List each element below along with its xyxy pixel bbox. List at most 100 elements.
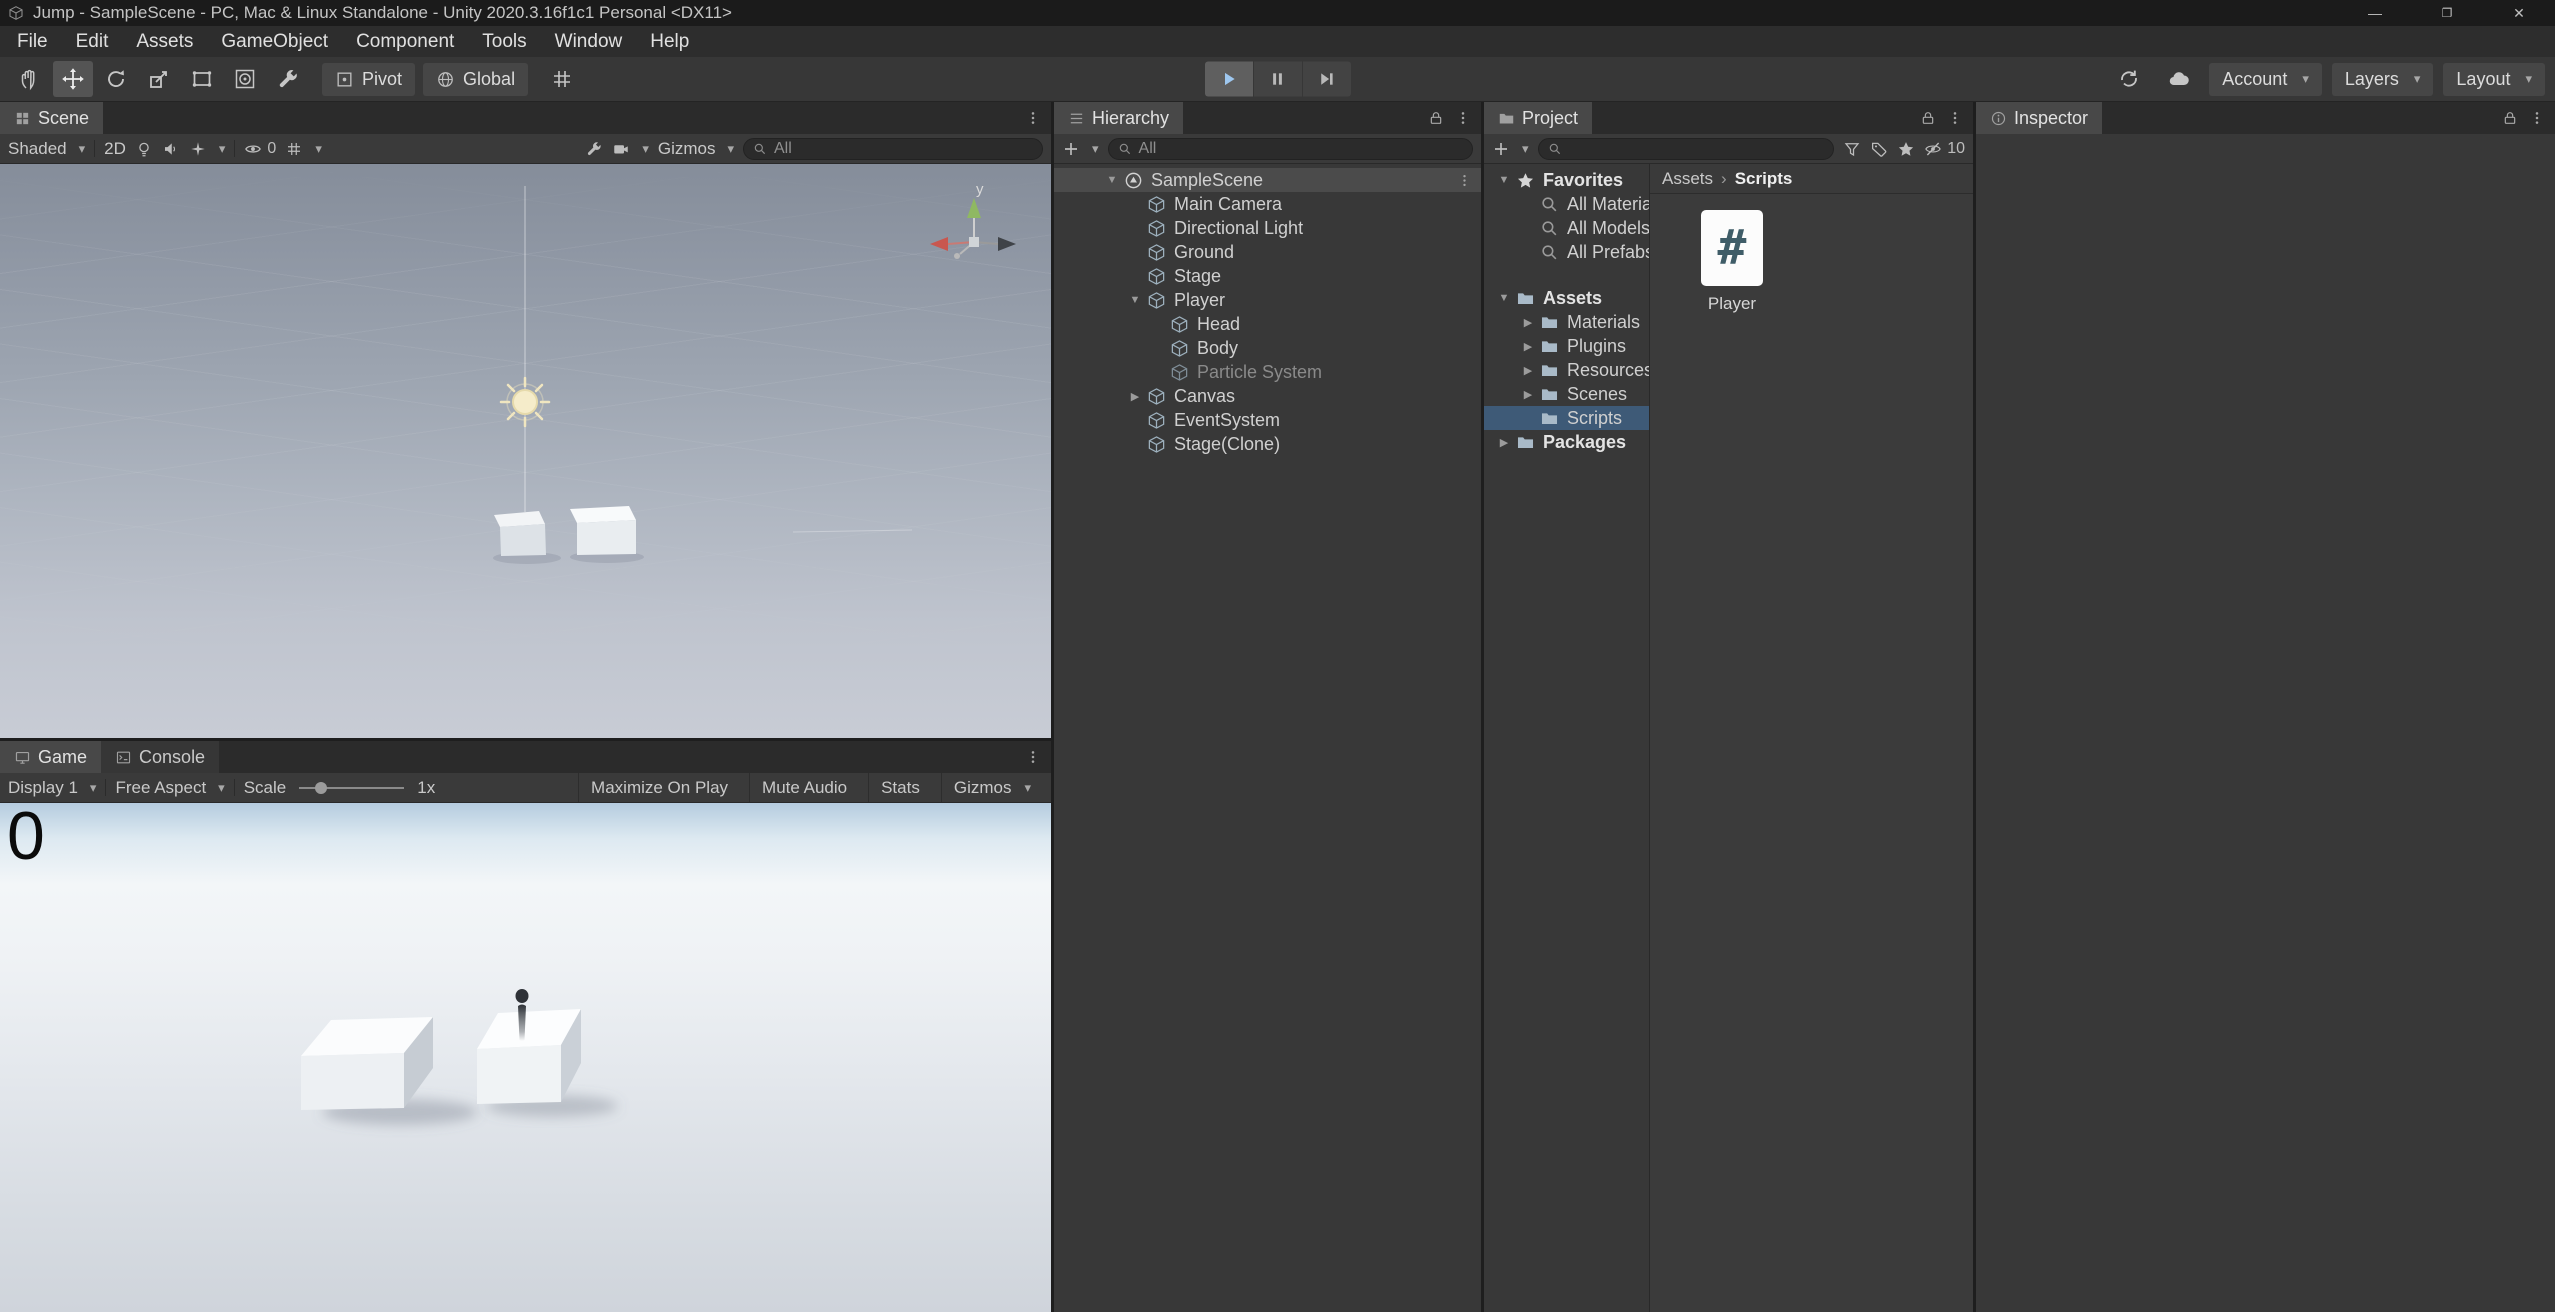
kebab-menu-icon[interactable] <box>1457 173 1472 188</box>
rotate-tool-button[interactable] <box>96 61 136 97</box>
scale-tool-button[interactable] <box>139 61 179 97</box>
create-object-button[interactable] <box>1062 140 1099 158</box>
shading-mode-dropdown[interactable]: Shaded <box>8 139 85 159</box>
2d-toggle-button[interactable]: 2D <box>104 139 126 159</box>
hierarchy-item-ground[interactable]: Ground <box>1054 240 1481 264</box>
custom-tool-button[interactable] <box>268 61 308 97</box>
search-by-label-icon[interactable] <box>1870 140 1888 158</box>
step-button[interactable] <box>1303 62 1351 97</box>
global-toggle-button[interactable]: Global <box>423 63 528 96</box>
layers-dropdown[interactable]: Layers <box>2332 63 2434 96</box>
camera-settings-dropdown[interactable] <box>612 140 649 158</box>
account-dropdown[interactable]: Account <box>2209 63 2322 96</box>
menu-file[interactable]: File <box>3 26 62 57</box>
tab-console[interactable]: Console <box>101 741 219 773</box>
slider-knob[interactable] <box>315 782 327 794</box>
display-dropdown[interactable]: Display 1 <box>8 778 96 798</box>
project-item-scripts[interactable]: Scripts <box>1484 406 1649 430</box>
menu-tools[interactable]: Tools <box>468 26 540 57</box>
mute-audio-button[interactable]: Mute Audio <box>749 773 859 802</box>
menu-edit[interactable]: Edit <box>62 26 123 57</box>
hierarchy-search-input[interactable]: All <box>1108 138 1473 160</box>
foldout-icon[interactable] <box>1123 294 1147 306</box>
maximize-on-play-button[interactable]: Maximize On Play <box>578 773 740 802</box>
rect-tool-button[interactable] <box>182 61 222 97</box>
hierarchy-item-eventsystem[interactable]: EventSystem <box>1054 408 1481 432</box>
scene-visibility-toggle[interactable]: 0 <box>244 140 276 158</box>
minimize-button[interactable] <box>2339 0 2411 26</box>
game-viewport[interactable]: 0 <box>0 803 1051 1312</box>
lock-icon[interactable] <box>1428 110 1444 126</box>
hierarchy-item-body[interactable]: Body <box>1054 336 1481 360</box>
project-item-all-materials[interactable]: All Materials <box>1484 192 1649 216</box>
transform-tool-button[interactable] <box>225 61 265 97</box>
project-search-input[interactable] <box>1538 138 1835 160</box>
tab-inspector[interactable]: Inspector <box>1976 102 2102 134</box>
hierarchy-item-directional-light[interactable]: Directional Light <box>1054 216 1481 240</box>
cloud-services-button[interactable] <box>2159 61 2199 97</box>
scale-slider[interactable] <box>299 787 404 789</box>
layout-dropdown[interactable]: Layout <box>2443 63 2545 96</box>
pause-button[interactable] <box>1254 62 1302 97</box>
hierarchy-item-main-camera[interactable]: Main Camera <box>1054 192 1481 216</box>
pivot-toggle-button[interactable]: Pivot <box>322 63 415 96</box>
stats-button[interactable]: Stats <box>868 773 932 802</box>
menu-window[interactable]: Window <box>541 26 637 57</box>
foldout-icon[interactable] <box>1516 316 1540 329</box>
project-item-resources[interactable]: Resources <box>1484 358 1649 382</box>
game-gizmos-dropdown[interactable]: Gizmos <box>941 773 1043 802</box>
save-search-icon[interactable] <box>1897 140 1915 158</box>
foldout-icon[interactable] <box>1100 174 1124 186</box>
close-button[interactable] <box>2483 0 2555 26</box>
project-item-all-models[interactable]: All Models <box>1484 216 1649 240</box>
kebab-menu-icon[interactable] <box>1455 110 1471 126</box>
progress-activity-button[interactable] <box>2109 61 2149 97</box>
kebab-menu-icon[interactable] <box>1025 110 1041 126</box>
menu-help[interactable]: Help <box>636 26 703 57</box>
create-asset-button[interactable] <box>1492 140 1529 158</box>
gizmos-dropdown[interactable]: Gizmos <box>658 139 734 159</box>
tool-settings-icon[interactable] <box>585 140 603 158</box>
menu-component[interactable]: Component <box>342 26 468 57</box>
foldout-icon[interactable] <box>1492 174 1516 186</box>
scene-viewport[interactable]: y <box>0 164 1051 738</box>
project-item-favorites[interactable]: Favorites <box>1484 168 1649 192</box>
project-item-all-prefabs[interactable]: All Prefabs <box>1484 240 1649 264</box>
menu-assets[interactable]: Assets <box>122 26 207 57</box>
project-item-assets[interactable]: Assets <box>1484 286 1649 310</box>
menu-gameobject[interactable]: GameObject <box>207 26 342 57</box>
asset-item-player[interactable]: # Player <box>1676 210 1788 314</box>
hierarchy-item-head[interactable]: Head <box>1054 312 1481 336</box>
foldout-icon[interactable] <box>1123 390 1147 403</box>
project-item-packages[interactable]: Packages <box>1484 430 1649 454</box>
foldout-icon[interactable] <box>1516 364 1540 377</box>
view-tool-button[interactable] <box>10 61 50 97</box>
scene-search-input[interactable]: All <box>743 138 1043 160</box>
project-item-materials[interactable]: Materials <box>1484 310 1649 334</box>
tab-scene[interactable]: Scene <box>0 102 103 134</box>
project-item-scenes[interactable]: Scenes <box>1484 382 1649 406</box>
tab-hierarchy[interactable]: Hierarchy <box>1054 102 1183 134</box>
lock-icon[interactable] <box>1920 110 1936 126</box>
project-content-area[interactable]: # Player <box>1650 194 1973 1312</box>
restore-button[interactable] <box>2411 0 2483 26</box>
audio-toggle-icon[interactable] <box>162 140 180 158</box>
hierarchy-item-samplescene[interactable]: SampleScene <box>1054 168 1481 192</box>
hierarchy-item-player[interactable]: Player <box>1054 288 1481 312</box>
hidden-packages-toggle[interactable]: 10 <box>1924 140 1965 158</box>
hierarchy-item-canvas[interactable]: Canvas <box>1054 384 1481 408</box>
foldout-icon[interactable] <box>1516 388 1540 401</box>
search-by-type-icon[interactable] <box>1843 140 1861 158</box>
kebab-menu-icon[interactable] <box>1025 749 1041 765</box>
hierarchy-item-stage[interactable]: Stage <box>1054 264 1481 288</box>
tab-game[interactable]: Game <box>0 741 101 773</box>
move-tool-button[interactable] <box>53 61 93 97</box>
play-button[interactable] <box>1205 62 1253 97</box>
hierarchy-item-particle-system[interactable]: Particle System <box>1054 360 1481 384</box>
foldout-icon[interactable] <box>1492 292 1516 304</box>
kebab-menu-icon[interactable] <box>2529 110 2545 126</box>
grid-snapping-button[interactable] <box>542 61 582 97</box>
hierarchy-item-stage-clone[interactable]: Stage(Clone) <box>1054 432 1481 456</box>
grid-visibility-dropdown[interactable] <box>285 140 322 158</box>
foldout-icon[interactable] <box>1492 436 1516 449</box>
